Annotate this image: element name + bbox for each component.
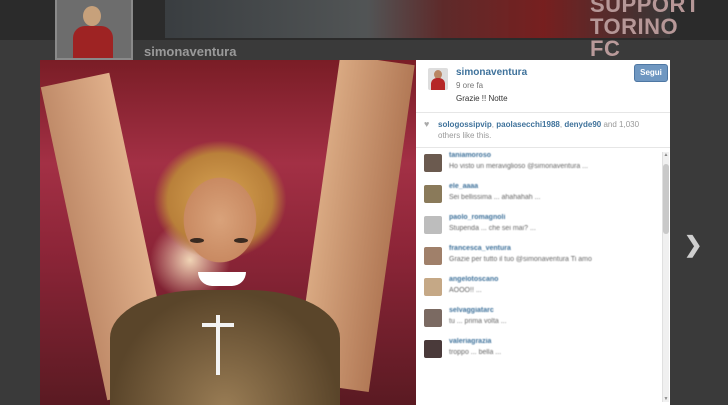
- list-item: ele_aaaa Sei bellissima ... ahahahah ...: [416, 181, 664, 212]
- comment-user[interactable]: taniamoroso: [449, 152, 491, 159]
- scroll-down-icon[interactable]: ▼: [663, 396, 669, 402]
- comment-user[interactable]: valeriagrazia: [449, 338, 491, 345]
- list-item: taniamoroso Ho visto un meraviglioso @si…: [416, 150, 664, 181]
- heart-icon[interactable]: ♥: [424, 119, 429, 129]
- avatar[interactable]: [424, 278, 442, 296]
- avatar[interactable]: [424, 185, 442, 203]
- list-item: valeriagrazia troppo ... bella ...: [416, 336, 664, 367]
- profile-username[interactable]: simonaventura: [144, 44, 236, 59]
- banner-text: SUPPORT TORINO FC: [590, 0, 700, 60]
- comment-user[interactable]: selvaggiatarc: [449, 307, 494, 314]
- avatar[interactable]: [424, 154, 442, 172]
- list-item: angelotoscano AOOO!! ...: [416, 274, 664, 305]
- comment-text: tu ... prima volta ...: [449, 318, 507, 325]
- post-photo: [40, 60, 416, 405]
- like-user[interactable]: paolasecchi1988: [496, 120, 560, 129]
- comment-text: troppo ... bella ...: [449, 349, 502, 356]
- comments-list: taniamoroso Ho visto un meraviglioso @si…: [416, 150, 664, 405]
- list-item: paolo_romagnoli Stupenda ... che sei mai…: [416, 212, 664, 243]
- comment-user[interactable]: paolo_romagnoli: [449, 214, 505, 221]
- chevron-right-icon[interactable]: ❯: [684, 232, 702, 258]
- list-item: francesca_ventura Grazie per tutto il tu…: [416, 243, 664, 274]
- avatar[interactable]: [424, 216, 442, 234]
- comment-text: Grazie per tutto il tuo @simonaventura T…: [449, 256, 592, 263]
- list-item: selvaggiatarc tu ... prima volta ...: [416, 305, 664, 336]
- scrollbar-thumb[interactable]: [663, 164, 669, 234]
- banner-text-line2: TORINO FC: [590, 14, 679, 61]
- comment-user[interactable]: francesca_ventura: [449, 245, 511, 252]
- avatar[interactable]: [424, 340, 442, 358]
- follow-button[interactable]: Segui: [634, 64, 668, 82]
- post-header: simonaventura 9 ore fa Grazie !! Notte S…: [416, 60, 670, 113]
- like-user[interactable]: denyde90: [564, 120, 601, 129]
- comment-text: Stupenda ... che sei mai? ...: [449, 225, 536, 232]
- profile-avatar[interactable]: [55, 0, 133, 60]
- scroll-up-icon[interactable]: ▲: [663, 152, 669, 158]
- comment-text: Sei bellissima ... ahahahah ...: [449, 194, 541, 201]
- post-caption: Grazie !! Notte: [456, 94, 508, 103]
- comment-user[interactable]: angelotoscano: [449, 276, 498, 283]
- profile-banner: SUPPORT TORINO FC: [165, 0, 699, 60]
- like-user[interactable]: sologossipvip: [438, 120, 492, 129]
- avatar[interactable]: [424, 247, 442, 265]
- comment-text: Ho visto un meraviglioso @simonaventura …: [449, 163, 588, 170]
- post-modal: simonaventura 9 ore fa Grazie !! Notte S…: [40, 60, 670, 405]
- likes-section: ♥ sologossipvip, paolasecchi1988, denyde…: [416, 113, 670, 148]
- avatar[interactable]: [424, 309, 442, 327]
- comments-scrollbar[interactable]: ▲ ▼: [662, 152, 669, 402]
- comment-user[interactable]: ele_aaaa: [449, 183, 478, 190]
- post-username[interactable]: simonaventura: [456, 67, 527, 78]
- post-sidebar: simonaventura 9 ore fa Grazie !! Notte S…: [416, 60, 670, 405]
- likes-text: sologossipvip, paolasecchi1988, denyde90…: [438, 120, 640, 140]
- post-time: 9 ore fa: [456, 81, 484, 90]
- comment-text: AOOO!! ...: [449, 287, 482, 294]
- avatar[interactable]: [428, 68, 448, 90]
